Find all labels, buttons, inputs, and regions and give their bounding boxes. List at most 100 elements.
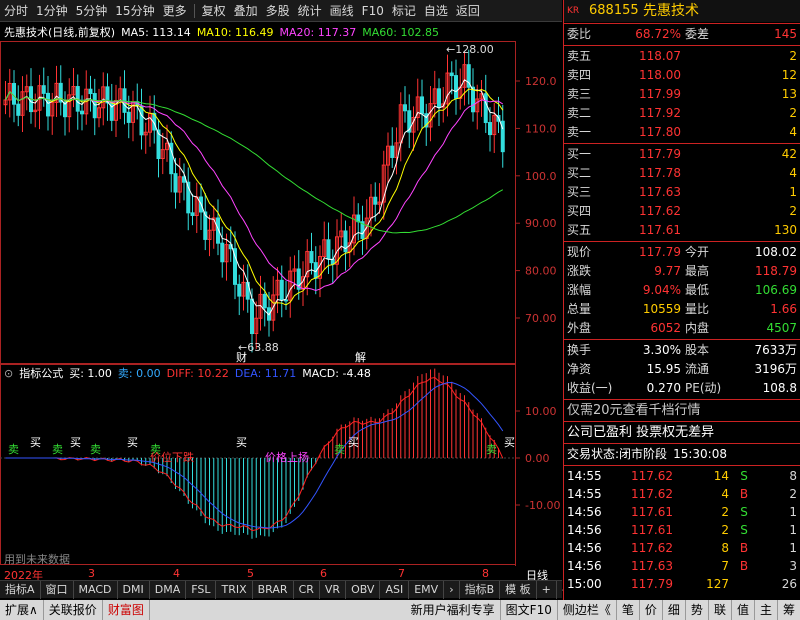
draw-line-button[interactable]: 画线 bbox=[326, 0, 358, 22]
tab-template[interactable]: 模 板 bbox=[500, 580, 537, 599]
stat-label: 外盘 bbox=[567, 321, 592, 335]
period-toolbar: 分时 1分钟 5分钟 15分钟 更多 复权 叠加 多股 统计 画线 F10 标记… bbox=[0, 0, 562, 22]
tab-indicator-b[interactable]: 指标B bbox=[460, 580, 501, 599]
tick-time: 14:56 bbox=[567, 559, 602, 573]
candle-body bbox=[262, 293, 267, 309]
bid-row[interactable]: 买三 117.63 1 bbox=[564, 183, 800, 202]
divider bbox=[564, 241, 800, 242]
wealth-chart-button[interactable]: 财富图 bbox=[103, 600, 150, 620]
tick-price: 117.61 bbox=[631, 523, 673, 537]
ask-row[interactable]: 卖二 117.92 2 bbox=[564, 104, 800, 123]
stat-value: 6052 bbox=[650, 321, 681, 335]
tab-1min[interactable]: 1分钟 bbox=[32, 0, 72, 22]
tick-icon[interactable]: 笔 bbox=[617, 600, 640, 620]
promo-2[interactable]: 公司已盈利 投票权无差异 bbox=[564, 423, 800, 442]
tab-macd[interactable]: MACD bbox=[74, 580, 118, 599]
tab-obv[interactable]: OBV bbox=[346, 580, 381, 599]
stat-label: 收益(一) bbox=[567, 381, 613, 395]
tab-vr[interactable]: VR bbox=[320, 580, 347, 599]
tab-5min[interactable]: 5分钟 bbox=[72, 0, 112, 22]
stat-label: 股本 bbox=[685, 343, 710, 357]
book-label: 卖四 bbox=[567, 68, 592, 82]
price-icon[interactable]: 价 bbox=[640, 600, 663, 620]
main-icon[interactable]: 主 bbox=[755, 600, 778, 620]
expand-button[interactable]: 扩展∧ bbox=[0, 600, 44, 620]
tab-15min[interactable]: 15分钟 bbox=[111, 0, 158, 22]
tick-volume: 127 bbox=[706, 577, 729, 591]
tab-dmi[interactable]: DMI bbox=[118, 580, 150, 599]
y-tick-label: 70.00 bbox=[525, 312, 557, 325]
tab-brar[interactable]: BRAR bbox=[253, 580, 294, 599]
indicator-sell: 卖: 0.00 bbox=[117, 367, 161, 380]
mark-button[interactable]: 标记 bbox=[388, 0, 420, 22]
trade-signal: 买 bbox=[236, 436, 247, 449]
tab-cr[interactable]: CR bbox=[294, 580, 320, 599]
diff-line bbox=[5, 376, 504, 532]
related-quote-button[interactable]: 关联报价 bbox=[44, 600, 103, 620]
kline-chart-area[interactable]: 120.0 110.0 100.0 90.00 80.00 70.00 10.00 0.00 -… bbox=[0, 41, 562, 566]
tab-fsl[interactable]: FSL bbox=[186, 580, 217, 599]
stat-value: 106.69 bbox=[755, 283, 797, 297]
detail-icon[interactable]: 细 bbox=[663, 600, 686, 620]
book-label: 卖一 bbox=[567, 125, 592, 139]
indicator-macd: MACD: -4.48 bbox=[302, 366, 371, 380]
tab-emv[interactable]: EMV bbox=[409, 580, 445, 599]
tab-asi[interactable]: ASI bbox=[380, 580, 410, 599]
stat-label: PE(动) bbox=[685, 381, 722, 395]
tick-list[interactable]: 14:55 117.62 14 S 8 14:55 117.62 4 B 2 14:56 117.61… bbox=[564, 467, 800, 593]
multi-stock-button[interactable]: 多股 bbox=[262, 0, 294, 22]
sidebar-toggle[interactable]: 侧边栏《 bbox=[558, 600, 617, 620]
bid-row[interactable]: 买四 117.62 2 bbox=[564, 202, 800, 221]
bid-row[interactable]: 买一 117.79 42 bbox=[564, 145, 800, 164]
ask-row[interactable]: 卖四 118.00 12 bbox=[564, 66, 800, 85]
tab-add[interactable]: + bbox=[537, 580, 557, 599]
f10-graphic-button[interactable]: 图文F10 bbox=[501, 600, 558, 620]
tick-row: 14:55 117.62 4 B 2 bbox=[564, 485, 800, 503]
tab-scroll-right[interactable]: › bbox=[444, 580, 460, 599]
f10-button[interactable]: F10 bbox=[358, 0, 388, 22]
book-volume: 42 bbox=[781, 147, 797, 161]
candle-body bbox=[309, 251, 314, 264]
indicator-title[interactable]: 指标公式 bbox=[19, 365, 63, 381]
tab-indicator-a[interactable]: 指标A bbox=[0, 580, 41, 599]
tab-dma[interactable]: DMA bbox=[150, 580, 187, 599]
bid-row[interactable]: 买二 117.78 4 bbox=[564, 164, 800, 183]
tab-trix[interactable]: TRIX bbox=[216, 580, 253, 599]
x-label-5: 5 bbox=[247, 567, 254, 580]
chart-canvas[interactable]: 120.0 110.0 100.0 90.00 80.00 70.00 10.00 0.00 -… bbox=[0, 41, 562, 566]
weibi-row: 委比 68.72% 委差 145 bbox=[564, 25, 800, 44]
dea-line bbox=[5, 381, 504, 529]
book-label: 卖二 bbox=[567, 106, 592, 120]
tick-count: 1 bbox=[789, 523, 797, 537]
trend-icon[interactable]: 势 bbox=[686, 600, 709, 620]
watchlist-button[interactable]: 自选 bbox=[420, 0, 452, 22]
tab-window[interactable]: 窗口 bbox=[41, 580, 74, 599]
value-icon[interactable]: 值 bbox=[732, 600, 755, 620]
back-button[interactable]: 返回 bbox=[452, 0, 484, 22]
trade-signal: 卖 bbox=[334, 443, 345, 456]
indicator-menu-icon[interactable]: ⊙ bbox=[4, 367, 13, 380]
promo-1[interactable]: 仅需20元查看千档行情 bbox=[564, 401, 800, 420]
link-icon[interactable]: 联 bbox=[709, 600, 732, 620]
quote-title: KR 688155 先惠技术 bbox=[564, 0, 800, 22]
divider bbox=[564, 45, 800, 46]
stat-label: 最高 bbox=[685, 264, 710, 278]
book-price: 117.79 bbox=[639, 147, 681, 161]
bid-row[interactable]: 买五 117.61 130 bbox=[564, 221, 800, 240]
tab-intraday[interactable]: 分时 bbox=[0, 0, 32, 22]
stat-value: 10559 bbox=[642, 302, 681, 316]
ask-row[interactable]: 卖一 117.80 4 bbox=[564, 123, 800, 142]
tick-direction: B bbox=[739, 541, 749, 555]
statistics-button[interactable]: 统计 bbox=[294, 0, 326, 22]
tab-more[interactable]: 更多 bbox=[159, 0, 191, 22]
new-user-promo[interactable]: 新用户福利专享 bbox=[406, 600, 501, 620]
ask-row[interactable]: 卖三 117.99 13 bbox=[564, 85, 800, 104]
overlay-button[interactable]: 叠加 bbox=[230, 0, 262, 22]
adjust-button[interactable]: 复权 bbox=[198, 0, 230, 22]
ask-row[interactable]: 卖五 118.07 2 bbox=[564, 47, 800, 66]
chips-icon[interactable]: 筹 bbox=[778, 600, 800, 620]
stat-label: 最低 bbox=[685, 283, 710, 297]
book-price: 117.99 bbox=[639, 87, 681, 101]
indicator-header: ⊙ 指标公式 买: 1.00 卖: 0.00 DIFF: 10.22 DEA: … bbox=[0, 365, 520, 381]
y-tick-label: 120.0 bbox=[525, 75, 557, 88]
